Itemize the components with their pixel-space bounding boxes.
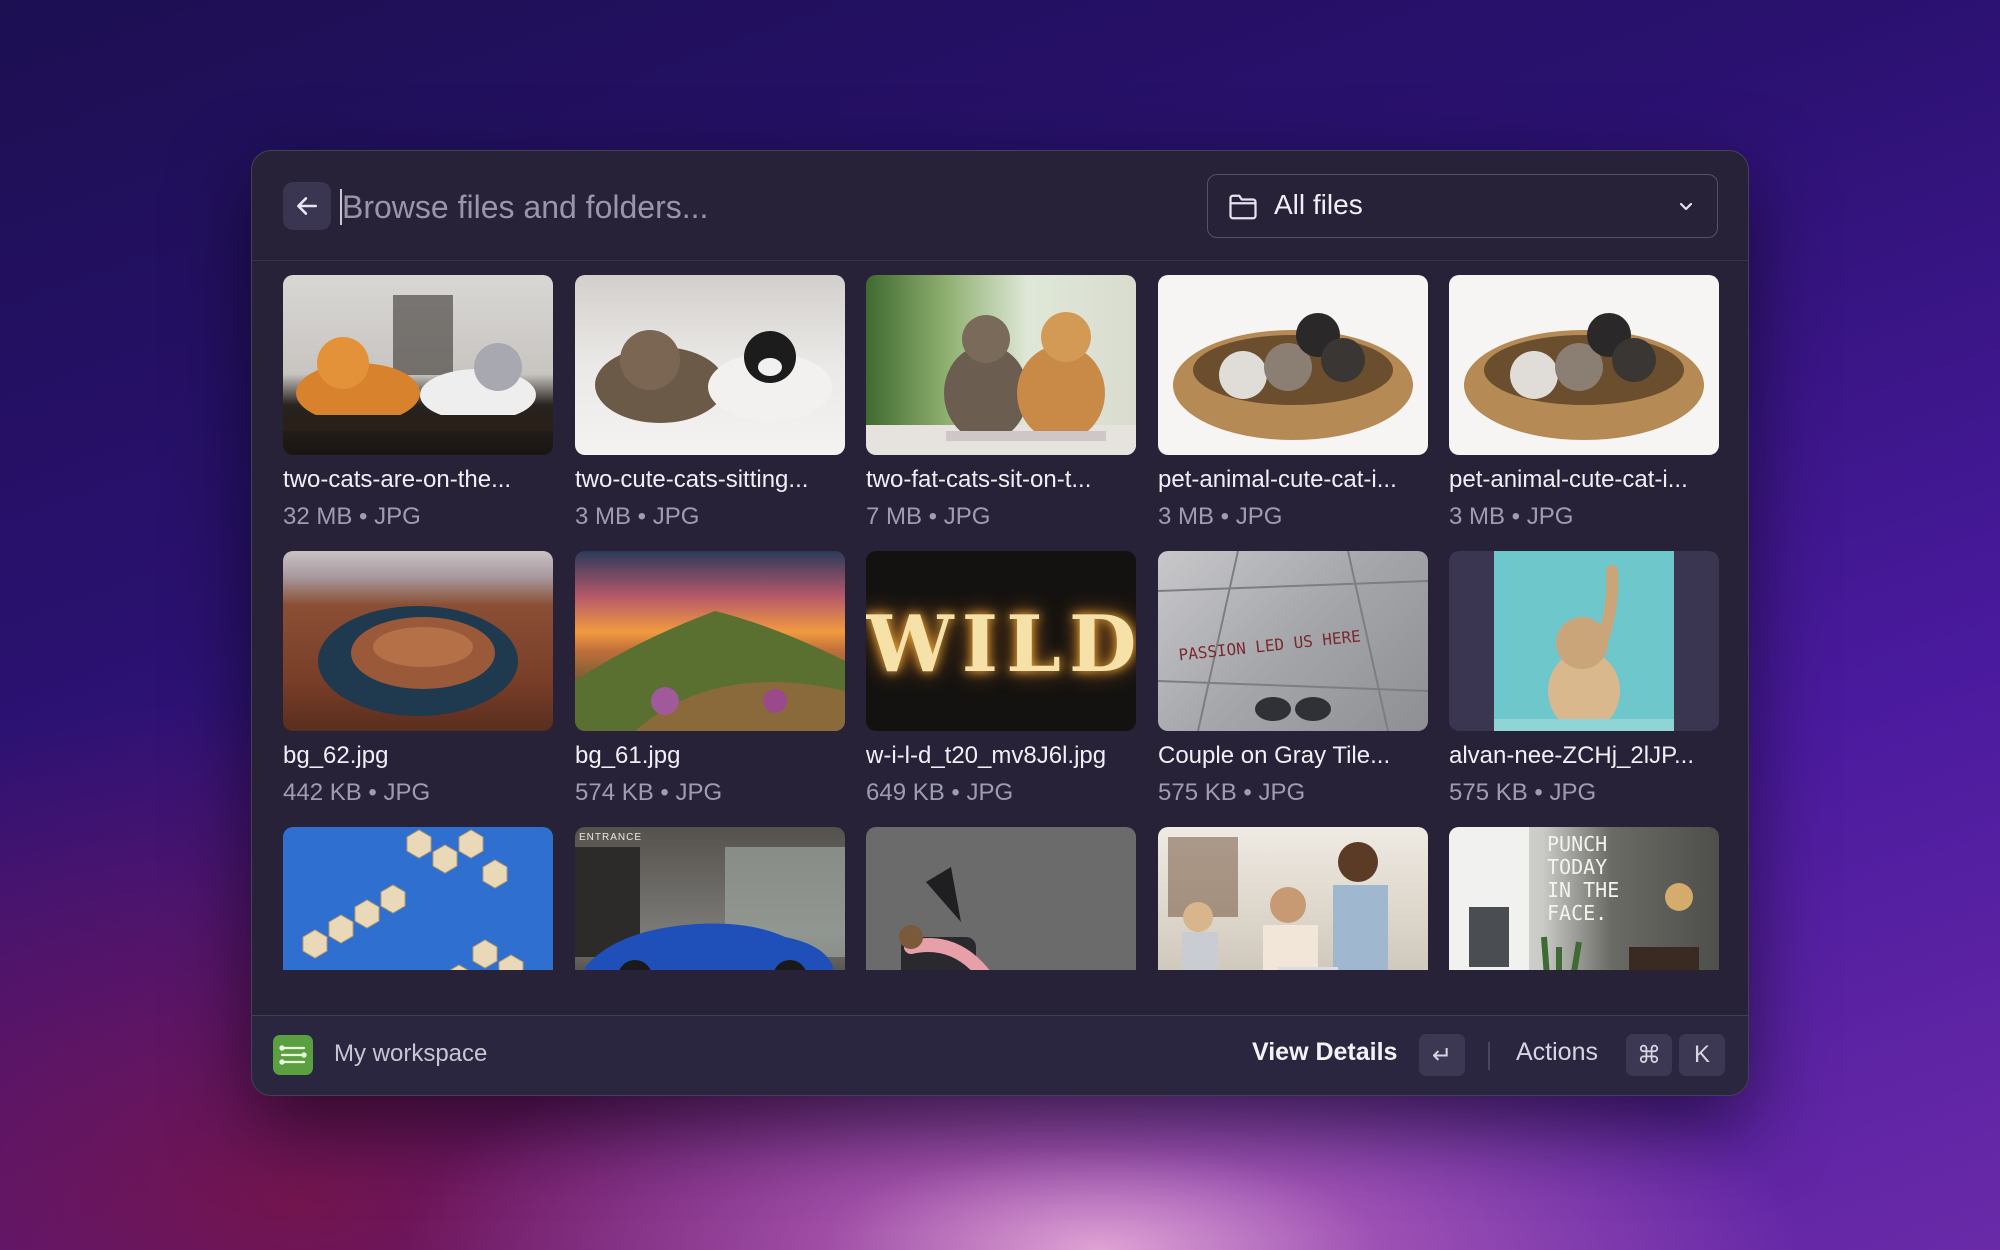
file-thumbnail [1158,827,1428,970]
file-thumbnail: PUNCH TODAY IN THE FACE. [1449,827,1719,970]
file-name: w-i-l-d_t20_mv8J6l.jpg [866,742,1107,769]
file-meta: 3 MB • JPG [575,503,700,530]
file-meta: 442 KB • JPG [283,779,431,806]
header: All files [252,151,1748,261]
file-card[interactable]: two-cats-are-on-the... 32 MB • JPG [283,275,553,532]
actions-button[interactable]: Actions [1516,1038,1598,1067]
file-name: two-fat-cats-sit-on-t... [866,466,1092,493]
file-name: bg_61.jpg [575,742,681,769]
k-key-badge: K [1679,1034,1725,1076]
file-name: pet-animal-cute-cat-i... [1449,466,1688,493]
file-thumbnail [575,551,845,731]
file-card[interactable]: pet-animal-cute-cat-i... 3 MB • JPG [1158,275,1428,532]
file-meta: 574 KB • JPG [575,779,723,806]
file-grid: two-cats-are-on-the... 32 MB • JPG two-c… [283,275,1723,970]
wild-sparkler-text: WILD [866,599,1136,690]
file-meta: 575 KB • JPG [1158,779,1306,806]
file-card[interactable]: alvan-nee-ZCHj_2lJP... 575 KB • JPG [1449,551,1719,808]
footer-bar: My workspace View Details ↵ Actions ⌘ K [252,1015,1748,1095]
file-thumbnail: PASSION LED US HERE [1158,551,1428,731]
workspace-label[interactable]: My workspace [334,1040,487,1068]
file-card[interactable]: WILD w-i-l-d_t20_mv8J6l.jpg 649 KB • JPG [866,551,1136,808]
view-details-button[interactable]: View Details [1252,1038,1397,1067]
filter-selected-label: All files [1274,189,1363,220]
file-meta: 7 MB • JPG [866,503,991,530]
file-thumbnail [575,275,845,455]
file-card[interactable]: PUNCH TODAY IN THE FACE. [1449,827,1719,970]
file-filter-dropdown[interactable]: All files [1207,174,1718,238]
file-meta: 3 MB • JPG [1449,503,1574,530]
file-card[interactable]: bg_62.jpg 442 KB • JPG [283,551,553,808]
file-thumbnail [866,827,1136,970]
file-name: Couple on Gray Tile... [1158,742,1391,769]
file-browser-window: All files two-cats-are-on-the... 32 MB •… [251,150,1749,1096]
back-button[interactable] [283,182,331,230]
command-key-badge: ⌘ [1626,1034,1672,1076]
file-thumbnail [1449,551,1719,731]
arrow-left-icon [297,197,317,215]
file-thumbnail [283,827,553,970]
footer-divider [1488,1042,1490,1070]
file-thumbnail [1449,275,1719,455]
file-meta: 575 KB • JPG [1449,779,1597,806]
file-thumbnail: ENTRANCE [575,827,845,970]
file-card[interactable]: bg_61.jpg 574 KB • JPG [575,551,845,808]
file-card[interactable]: pet-animal-cute-cat-i... 3 MB • JPG [1449,275,1719,532]
punch-wall-text: PUNCH TODAY IN THE FACE. [1547,832,1620,925]
chevron-down-icon [1679,202,1693,211]
enter-key-badge: ↵ [1419,1034,1465,1076]
workspace-icon [273,1035,313,1075]
file-thumbnail: WILD [866,551,1136,731]
file-card[interactable] [1158,827,1428,970]
file-card[interactable]: ENTRANCE [575,827,845,970]
folder-icon [1229,194,1257,220]
file-card[interactable]: two-cute-cats-sitting... 3 MB • JPG [575,275,845,532]
file-name: bg_62.jpg [283,742,389,769]
search-input[interactable] [342,179,1142,235]
file-name: pet-animal-cute-cat-i... [1158,466,1397,493]
file-card[interactable] [866,827,1136,970]
file-card[interactable]: two-fat-cats-sit-on-t... 7 MB • JPG [866,275,1136,532]
file-meta: 649 KB • JPG [866,779,1014,806]
file-thumbnail [283,275,553,455]
file-name: two-cute-cats-sitting... [575,466,809,493]
file-thumbnail [283,551,553,731]
entrance-sign-text: ENTRANCE [579,832,643,843]
file-name: alvan-nee-ZCHj_2lJP... [1449,742,1695,769]
file-card[interactable]: PASSION LED US HERE Couple on Gray Tile.… [1158,551,1428,808]
file-card[interactable] [283,827,553,970]
file-meta: 32 MB • JPG [283,503,421,530]
file-thumbnail [866,275,1136,455]
file-meta: 3 MB • JPG [1158,503,1283,530]
file-name: two-cats-are-on-the... [283,466,512,493]
file-thumbnail [1158,275,1428,455]
